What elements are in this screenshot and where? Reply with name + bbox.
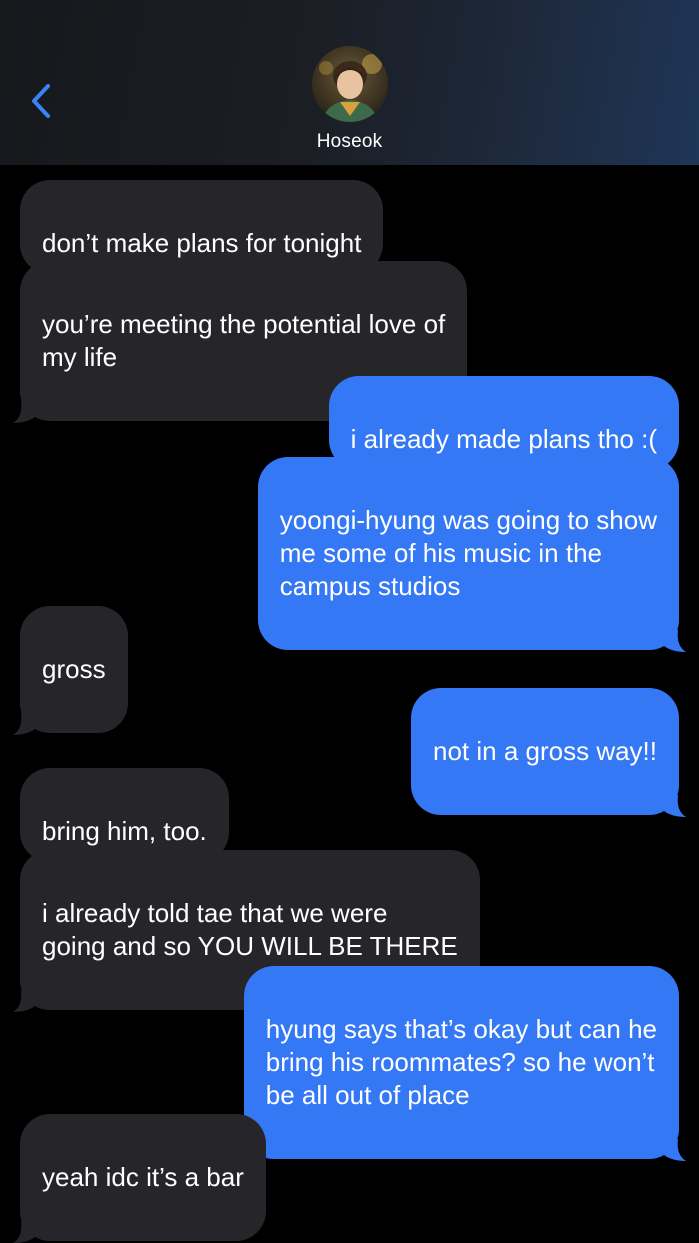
message-text: yeah idc it’s a bar [42,1162,244,1192]
message-text: gross [42,654,106,684]
message-text: bring him, too. [42,816,207,846]
message-bubble-outgoing[interactable]: not in a gross way!! [411,688,686,817]
message-bubble-incoming[interactable]: bring him, too. [20,768,229,862]
bubble-tail-icon [664,795,686,817]
bubble-tail-icon [13,990,35,1012]
bubble-tail-icon [13,713,35,735]
message-text: i already made plans tho :( [350,424,657,454]
message-text: not in a gross way!! [433,736,657,766]
message-bubble-outgoing[interactable]: i already made plans tho :( [328,376,679,470]
message-text: i already told tae that we were going an… [42,898,458,961]
message-bubble-outgoing[interactable]: hyung says that’s okay but can he bring … [243,966,686,1161]
bubble-tail-icon [664,1139,686,1161]
bubble-tail-icon [13,401,35,423]
message-thread: don’t make plans for tonight you’re meet… [0,0,699,1243]
message-bubble-incoming[interactable]: yeah idc it’s a bar [13,1114,266,1243]
message-text: hyung says that’s okay but can he bring … [265,1014,657,1110]
message-bubble-outgoing[interactable]: yoongi-hyung was going to show me some o… [257,457,686,652]
bubble-tail-icon [13,1221,35,1243]
message-bubble-incoming[interactable]: gross [13,606,128,735]
message-text: you’re meeting the potential love of my … [42,309,446,372]
bubble-tail-icon [664,630,686,652]
message-text: don’t make plans for tonight [42,228,362,258]
message-text: yoongi-hyung was going to show me some o… [279,505,657,601]
message-bubble-incoming[interactable]: don’t make plans for tonight [20,180,384,274]
